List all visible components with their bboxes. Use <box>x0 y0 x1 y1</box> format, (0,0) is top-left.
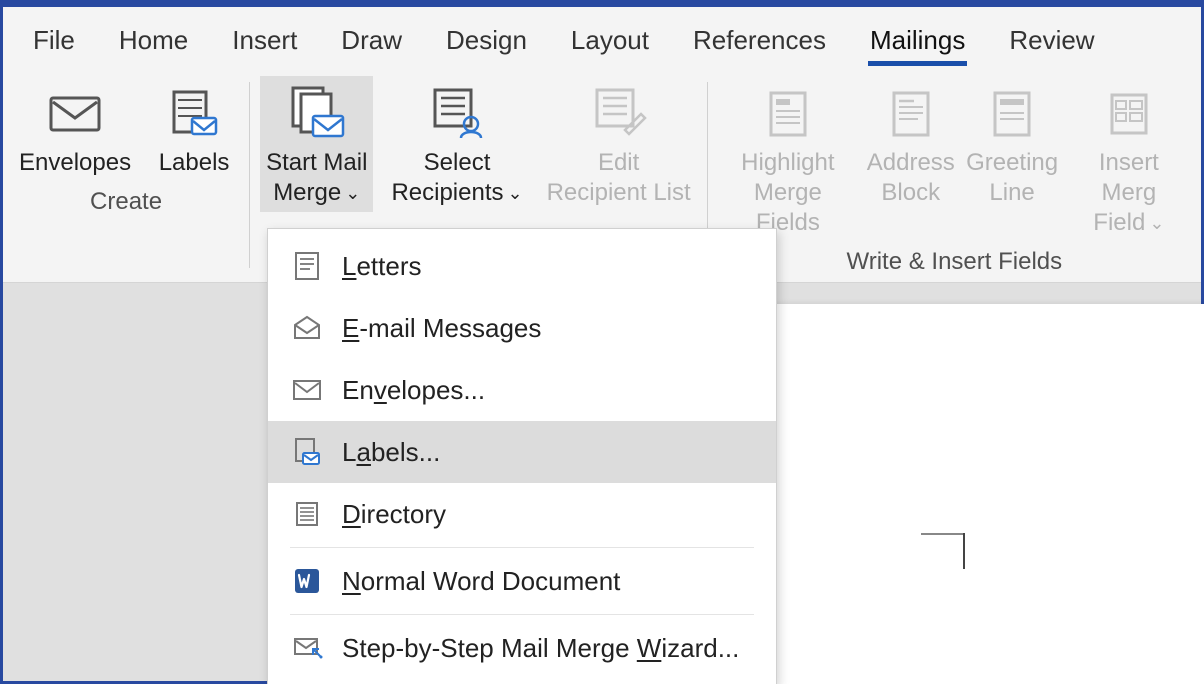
greeting-line-icon <box>980 82 1044 146</box>
edit-recipient-list-label: Edit Recipient List <box>547 148 691 208</box>
tab-draw[interactable]: Draw <box>341 25 402 62</box>
start-mail-merge-button[interactable]: Start Mail Merge⌄ <box>260 76 373 212</box>
tab-home[interactable]: Home <box>119 25 188 62</box>
address-block-label: Address Block <box>867 148 955 208</box>
word-mailings-ribbon-screenshot: File Home Insert Draw Design Layout Refe… <box>0 0 1204 684</box>
tab-mailings[interactable]: Mailings <box>870 25 965 62</box>
menu-normal-word-document-label: Normal Word Document <box>342 566 620 597</box>
wizard-icon <box>290 631 324 665</box>
menu-separator <box>290 547 754 548</box>
tab-file[interactable]: File <box>33 25 75 62</box>
menu-email-messages[interactable]: E-mail Messages <box>268 297 776 359</box>
highlight-merge-fields-label: Highlight Merge Fields <box>724 148 852 238</box>
start-mail-merge-menu: Letters E-mail Messages Envelopes... <box>267 228 777 684</box>
tab-insert[interactable]: Insert <box>232 25 297 62</box>
menu-labels-label: Labels... <box>342 437 440 468</box>
menu-labels[interactable]: Labels... <box>268 421 776 483</box>
chevron-down-icon: ⌄ <box>1149 213 1164 233</box>
email-open-icon <box>290 311 324 345</box>
menu-letters-label: Letters <box>342 251 422 282</box>
menu-envelopes-label: Envelopes... <box>342 375 485 406</box>
start-mail-merge-icon <box>285 82 349 146</box>
insert-merge-field-label: Insert Merg Field⌄ <box>1073 148 1185 238</box>
tab-references[interactable]: References <box>693 25 826 62</box>
directory-icon <box>290 497 324 531</box>
menu-mail-merge-wizard-label: Step-by-Step Mail Merge Wizard... <box>342 633 739 664</box>
menu-directory-label: Directory <box>342 499 446 530</box>
tab-review[interactable]: Review <box>1009 25 1094 62</box>
letters-icon <box>290 249 324 283</box>
select-recipients-button[interactable]: Select Recipients⌄ <box>385 76 528 212</box>
envelope-icon <box>290 373 324 407</box>
text-cursor-marker <box>921 505 975 569</box>
tab-layout[interactable]: Layout <box>571 25 649 62</box>
greeting-line-button: Greeting Line <box>964 76 1061 212</box>
start-mail-merge-label: Start Mail Merge⌄ <box>266 148 367 208</box>
labels-icon <box>290 435 324 469</box>
highlight-merge-fields-icon <box>756 82 820 146</box>
labels-label: Labels <box>159 148 230 178</box>
menu-mail-merge-wizard[interactable]: Step-by-Step Mail Merge Wizard... <box>268 617 776 679</box>
address-block-button: Address Block <box>864 76 957 212</box>
menu-directory[interactable]: Directory <box>268 483 776 545</box>
edit-recipient-list-button: Edit Recipient List <box>541 76 697 212</box>
edit-recipient-list-icon <box>587 82 651 146</box>
menu-letters[interactable]: Letters <box>268 235 776 297</box>
tab-design[interactable]: Design <box>446 25 527 62</box>
ribbon-tabs: File Home Insert Draw Design Layout Refe… <box>3 7 1201 68</box>
envelopes-button[interactable]: Envelopes <box>13 76 137 182</box>
menu-email-label: E-mail Messages <box>342 313 541 344</box>
word-doc-icon <box>290 564 324 598</box>
insert-merge-field-button: Insert Merg Field⌄ <box>1067 76 1191 242</box>
insert-merge-field-icon <box>1097 82 1161 146</box>
labels-button[interactable]: Labels <box>149 76 239 182</box>
group-create-label: Create <box>90 188 162 216</box>
group-write-insert-fields-label: Write & Insert Fields <box>718 248 1191 276</box>
chevron-down-icon: ⌄ <box>345 183 360 203</box>
select-recipients-label: Select Recipients⌄ <box>391 148 522 208</box>
highlight-merge-fields-button: Highlight Merge Fields <box>718 76 858 242</box>
labels-icon <box>162 82 226 146</box>
menu-normal-word-document[interactable]: Normal Word Document <box>268 550 776 612</box>
select-recipients-icon <box>425 82 489 146</box>
menu-separator <box>290 614 754 615</box>
menu-envelopes[interactable]: Envelopes... <box>268 359 776 421</box>
chevron-down-icon: ⌄ <box>508 183 523 203</box>
envelopes-label: Envelopes <box>19 148 131 178</box>
address-block-icon <box>879 82 943 146</box>
group-create: Envelopes <box>3 68 249 282</box>
envelope-icon <box>43 82 107 146</box>
greeting-line-label: Greeting Line <box>966 148 1058 208</box>
group-write-insert-fields: Highlight Merge Fields Ad <box>708 68 1201 282</box>
